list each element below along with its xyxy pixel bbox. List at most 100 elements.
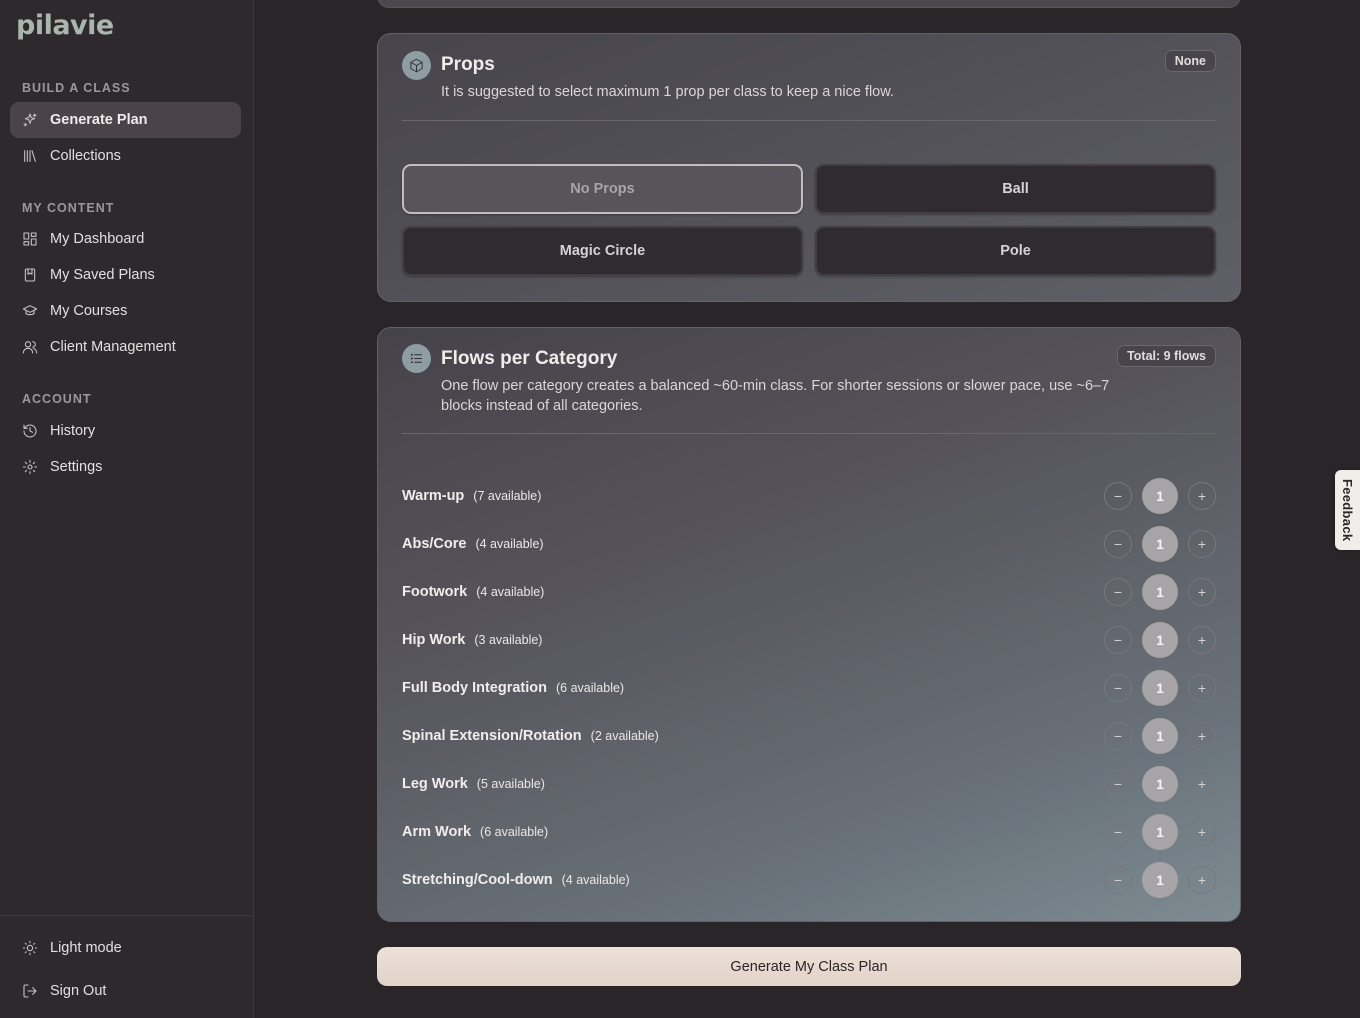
props-card: Props It is suggested to select maximum …: [377, 33, 1241, 302]
light-mode-toggle[interactable]: Light mode: [10, 930, 241, 966]
decrement-button[interactable]: −: [1104, 770, 1132, 798]
section-label-build-a-class: BUILD A CLASS: [22, 81, 131, 95]
decrement-button[interactable]: −: [1104, 626, 1132, 654]
sidebar-item-client-management[interactable]: Client Management: [10, 329, 241, 365]
feedback-tab[interactable]: Feedback: [1335, 470, 1360, 550]
sidebar-item-label: My Dashboard: [50, 231, 145, 247]
sidebar-item-generate-plan[interactable]: Generate Plan: [10, 102, 241, 138]
quantity-stepper: − 1 +: [1104, 622, 1216, 658]
category-available: (6 available): [556, 681, 625, 695]
category-name: Arm Work: [402, 824, 472, 840]
category-row-hip-work: Hip Work (3 available) − 1 +: [402, 622, 1216, 658]
generate-class-plan-button[interactable]: Generate My Class Plan: [377, 947, 1241, 986]
sidebar-item-label: My Courses: [50, 303, 128, 319]
library-icon: [22, 148, 38, 164]
category-available: (4 available): [475, 537, 544, 551]
decrement-button[interactable]: −: [1104, 482, 1132, 510]
category-name: Stretching/Cool-down: [402, 872, 553, 888]
increment-button[interactable]: +: [1188, 578, 1216, 606]
increment-button[interactable]: +: [1188, 626, 1216, 654]
dashboard-icon: [22, 231, 38, 247]
category-count: 1: [1142, 718, 1178, 754]
props-title: Props: [441, 54, 495, 75]
prop-option-ball[interactable]: Ball: [815, 164, 1216, 214]
sidebar-item-my-courses[interactable]: My Courses: [10, 293, 241, 329]
category-available: (3 available): [474, 633, 543, 647]
category-row-warm-up: Warm-up (7 available) − 1 +: [402, 478, 1216, 514]
category-count: 1: [1142, 526, 1178, 562]
category-row-abs-core: Abs/Core (4 available) − 1 +: [402, 526, 1216, 562]
sign-out-label: Sign Out: [50, 983, 107, 999]
flows-description-line2: blocks instead of all categories.: [441, 398, 643, 414]
sidebar: pilavie BUILD A CLASS Generate Plan Coll…: [0, 0, 254, 1018]
decrement-button[interactable]: −: [1104, 578, 1132, 606]
category-name: Warm-up: [402, 488, 465, 504]
flows-title: Flows per Category: [441, 348, 618, 369]
decrement-button[interactable]: −: [1104, 674, 1132, 702]
gear-icon: [22, 459, 38, 475]
sidebar-item-label: My Saved Plans: [50, 267, 155, 283]
sidebar-item-settings[interactable]: Settings: [10, 449, 241, 485]
increment-button[interactable]: +: [1188, 818, 1216, 846]
decrement-button[interactable]: −: [1104, 866, 1132, 894]
section-label-my-content: MY CONTENT: [22, 201, 115, 215]
category-name: Leg Work: [402, 776, 468, 792]
graduation-cap-icon: [22, 303, 38, 319]
sparkles-icon: [22, 112, 38, 128]
category-available: (4 available): [561, 873, 630, 887]
category-available: (7 available): [473, 489, 542, 503]
increment-button[interactable]: +: [1188, 674, 1216, 702]
quantity-stepper: − 1 +: [1104, 478, 1216, 514]
sidebar-item-collections[interactable]: Collections: [10, 138, 241, 174]
decrement-button[interactable]: −: [1104, 530, 1132, 558]
quantity-stepper: − 1 +: [1104, 814, 1216, 850]
quantity-stepper: − 1 +: [1104, 526, 1216, 562]
prop-option-magic-circle[interactable]: Magic Circle: [402, 226, 803, 276]
increment-button[interactable]: +: [1188, 482, 1216, 510]
sidebar-item-label: Settings: [50, 459, 103, 475]
sidebar-divider: [0, 915, 253, 916]
sign-out-icon: [22, 983, 38, 999]
logo[interactable]: pilavie: [16, 10, 114, 41]
category-row-arm-work: Arm Work (6 available) − 1 +: [402, 814, 1216, 850]
category-available: (4 available): [476, 585, 545, 599]
category-count: 1: [1142, 478, 1178, 514]
category-count: 1: [1142, 670, 1178, 706]
sign-out-button[interactable]: Sign Out: [10, 973, 241, 1009]
prop-option-no-props[interactable]: No Props: [402, 164, 803, 214]
quantity-stepper: − 1 +: [1104, 862, 1216, 898]
list-icon: [402, 344, 431, 373]
increment-button[interactable]: +: [1188, 866, 1216, 894]
category-count: 1: [1142, 814, 1178, 850]
quantity-stepper: − 1 +: [1104, 718, 1216, 754]
sidebar-item-label: Client Management: [50, 339, 176, 355]
category-name: Footwork: [402, 584, 468, 600]
category-row-full-body-integration: Full Body Integration (6 available) − 1 …: [402, 670, 1216, 706]
prop-option-pole[interactable]: Pole: [815, 226, 1216, 276]
section-label-account: ACCOUNT: [22, 392, 92, 406]
category-name: Hip Work: [402, 632, 466, 648]
category-count: 1: [1142, 574, 1178, 610]
light-mode-label: Light mode: [50, 940, 122, 956]
decrement-button[interactable]: −: [1104, 722, 1132, 750]
category-count: 1: [1142, 766, 1178, 802]
props-divider: [402, 120, 1216, 121]
category-row-stretching-cool-down: Stretching/Cool-down (4 available) − 1 +: [402, 862, 1216, 898]
sidebar-item-label: History: [50, 423, 96, 439]
increment-button[interactable]: +: [1188, 770, 1216, 798]
sidebar-item-my-saved-plans[interactable]: My Saved Plans: [10, 257, 241, 293]
sidebar-item-history[interactable]: History: [10, 413, 241, 449]
category-available: (2 available): [590, 729, 659, 743]
feedback-label: Feedback: [1340, 478, 1355, 542]
category-available: (6 available): [480, 825, 549, 839]
increment-button[interactable]: +: [1188, 530, 1216, 558]
increment-button[interactable]: +: [1188, 722, 1216, 750]
users-icon: [22, 339, 38, 355]
flows-card: Flows per Category One flow per category…: [377, 327, 1241, 922]
quantity-stepper: − 1 +: [1104, 766, 1216, 802]
flows-total-badge: Total: 9 flows: [1117, 345, 1216, 367]
bookmark-icon: [22, 267, 38, 283]
sidebar-item-my-dashboard[interactable]: My Dashboard: [10, 221, 241, 257]
sidebar-item-label: Generate Plan: [50, 112, 148, 128]
decrement-button[interactable]: −: [1104, 818, 1132, 846]
